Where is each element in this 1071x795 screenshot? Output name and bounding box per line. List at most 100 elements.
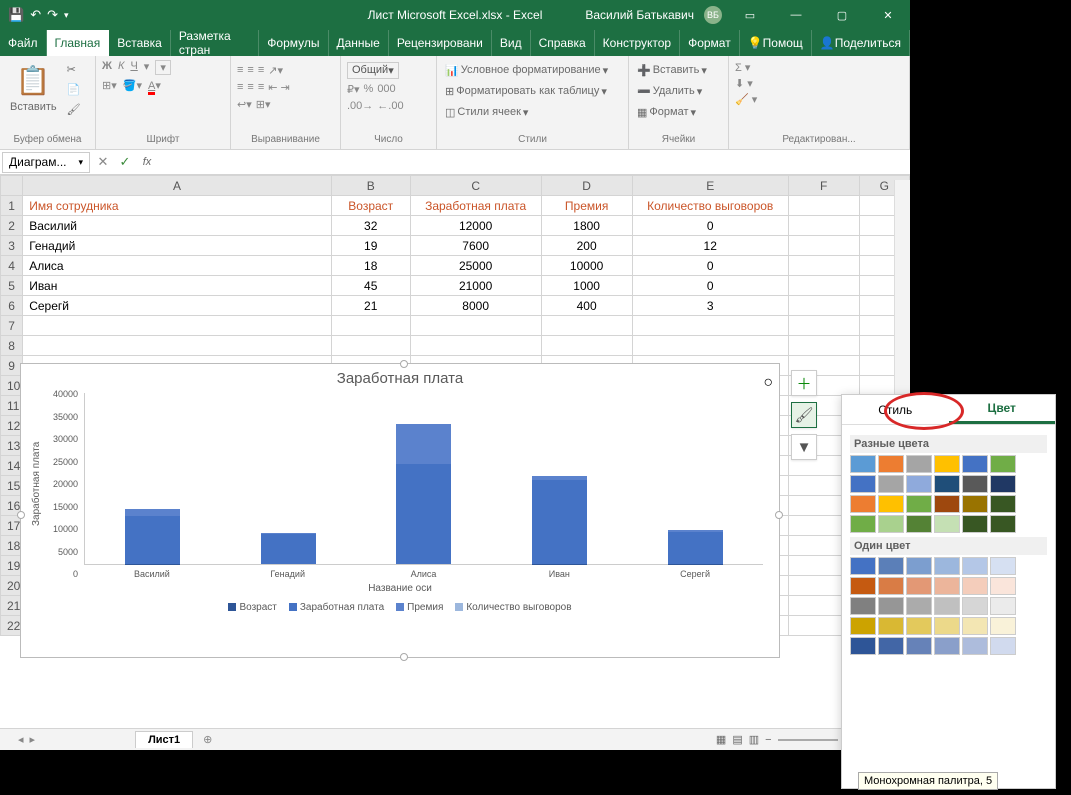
tab-home[interactable]: Главная bbox=[47, 30, 110, 56]
color-swatch[interactable] bbox=[850, 515, 876, 533]
color-swatch[interactable] bbox=[962, 515, 988, 533]
qat-dropdown-icon[interactable]: ▾ bbox=[64, 10, 69, 21]
close-button[interactable]: ✕ bbox=[870, 0, 906, 30]
color-swatch[interactable] bbox=[878, 515, 904, 533]
cells-insert-button[interactable]: ➕ Вставить ▾ bbox=[635, 61, 709, 79]
view-break-icon[interactable]: ▥ bbox=[749, 733, 759, 746]
col-header[interactable]: B bbox=[331, 176, 410, 196]
color-swatch[interactable] bbox=[962, 455, 988, 473]
align-center-icon[interactable]: ≡ bbox=[247, 81, 253, 94]
tab-formulas[interactable]: Формулы bbox=[259, 30, 328, 56]
format-painter-icon[interactable]: 🖌 bbox=[65, 100, 83, 118]
clear-icon[interactable]: 🧹 ▾ bbox=[735, 93, 757, 106]
color-swatch[interactable] bbox=[990, 495, 1016, 513]
new-sheet-button[interactable]: ⊕ bbox=[193, 733, 222, 746]
color-swatch[interactable] bbox=[990, 515, 1016, 533]
inc-decimal-icon[interactable]: .00→ bbox=[347, 100, 373, 112]
font-size-button[interactable]: ▾ bbox=[155, 60, 171, 75]
color-swatch[interactable] bbox=[878, 637, 904, 655]
wrap-text-icon[interactable]: ↩▾ bbox=[237, 98, 252, 111]
view-layout-icon[interactable]: ▤ bbox=[732, 733, 742, 746]
color-swatch[interactable] bbox=[850, 557, 876, 575]
ribbon-display-icon[interactable]: ▭ bbox=[732, 0, 768, 30]
color-swatch[interactable] bbox=[934, 637, 960, 655]
color-swatch[interactable] bbox=[878, 597, 904, 615]
color-swatch[interactable] bbox=[962, 577, 988, 595]
color-swatch[interactable] bbox=[878, 557, 904, 575]
fill-icon[interactable]: ⬇ ▾ bbox=[735, 77, 753, 90]
color-swatch[interactable] bbox=[990, 455, 1016, 473]
undo-icon[interactable]: ↶ bbox=[30, 7, 41, 23]
color-swatch[interactable] bbox=[906, 495, 932, 513]
save-icon[interactable]: 💾 bbox=[8, 7, 24, 23]
cells-format-button[interactable]: ▦ Формат ▾ bbox=[635, 103, 698, 121]
color-swatch[interactable] bbox=[878, 495, 904, 513]
align-mid-icon[interactable]: ≡ bbox=[247, 64, 253, 77]
col-header[interactable] bbox=[1, 176, 23, 196]
chart-elements-button[interactable]: ＋ bbox=[791, 370, 817, 396]
cut-icon[interactable]: ✂ bbox=[65, 60, 83, 78]
color-swatch[interactable] bbox=[878, 617, 904, 635]
color-swatch[interactable] bbox=[962, 617, 988, 635]
format-as-table-button[interactable]: ⊞ Форматировать как таблицу ▾ bbox=[443, 82, 609, 100]
sheet-nav-first[interactable]: ◂ bbox=[18, 733, 24, 746]
chart[interactable]: Заработная плата Заработная плата 050001… bbox=[20, 363, 780, 658]
tab-insert[interactable]: Вставка bbox=[109, 30, 171, 56]
fx-icon[interactable]: fx bbox=[136, 156, 158, 168]
col-header[interactable]: F bbox=[788, 176, 859, 196]
color-swatch[interactable] bbox=[990, 637, 1016, 655]
color-swatch[interactable] bbox=[850, 475, 876, 493]
number-format-select[interactable]: Общий▾ bbox=[347, 62, 399, 79]
chart-styles-button[interactable]: 🖌 bbox=[791, 402, 817, 428]
tab-design[interactable]: Конструктор bbox=[595, 30, 680, 56]
orientation-icon[interactable]: ↗▾ bbox=[268, 64, 283, 77]
color-swatch[interactable] bbox=[934, 515, 960, 533]
color-swatch[interactable] bbox=[906, 515, 932, 533]
align-top-icon[interactable]: ≡ bbox=[237, 64, 243, 77]
color-swatch[interactable] bbox=[990, 597, 1016, 615]
color-swatch[interactable] bbox=[990, 475, 1016, 493]
enter-icon[interactable]: ✓ bbox=[114, 154, 136, 170]
chart-title[interactable]: Заработная плата bbox=[21, 364, 779, 389]
tab-help[interactable]: Справка bbox=[531, 30, 595, 56]
col-header[interactable]: D bbox=[541, 176, 632, 196]
color-swatch[interactable] bbox=[934, 577, 960, 595]
color-swatch[interactable] bbox=[990, 557, 1016, 575]
color-swatch[interactable] bbox=[934, 557, 960, 575]
table-row[interactable]: 5Иван452100010000 bbox=[1, 276, 910, 296]
sheet-tab[interactable]: Лист1 bbox=[135, 731, 193, 748]
color-swatch[interactable] bbox=[850, 637, 876, 655]
color-swatch[interactable] bbox=[878, 577, 904, 595]
share-button[interactable]: 👤 Поделиться bbox=[812, 30, 910, 56]
color-swatch[interactable] bbox=[934, 495, 960, 513]
currency-icon[interactable]: ₽▾ bbox=[347, 83, 360, 96]
color-swatch[interactable] bbox=[906, 597, 932, 615]
color-swatch[interactable] bbox=[962, 475, 988, 493]
color-swatch[interactable] bbox=[850, 617, 876, 635]
tab-data[interactable]: Данные bbox=[329, 30, 389, 56]
color-swatch[interactable] bbox=[906, 577, 932, 595]
color-swatch[interactable] bbox=[850, 495, 876, 513]
color-swatch[interactable] bbox=[962, 495, 988, 513]
dec-decimal-icon[interactable]: ←.00 bbox=[377, 100, 403, 112]
indent-icon[interactable]: ⇤ ⇥ bbox=[268, 81, 290, 94]
color-swatch[interactable] bbox=[934, 597, 960, 615]
conditional-format-button[interactable]: 📊 Условное форматирование ▾ bbox=[443, 61, 610, 79]
align-bot-icon[interactable]: ≡ bbox=[258, 64, 264, 77]
view-normal-icon[interactable]: ▦ bbox=[716, 733, 726, 746]
borders-icon[interactable]: ⊞▾ bbox=[102, 79, 117, 92]
cells-delete-button[interactable]: ➖ Удалить ▾ bbox=[635, 82, 704, 100]
color-swatch[interactable] bbox=[990, 617, 1016, 635]
color-swatch[interactable] bbox=[850, 597, 876, 615]
color-swatch[interactable] bbox=[962, 637, 988, 655]
cell-styles-button[interactable]: ◫ Стили ячеек ▾ bbox=[443, 103, 530, 121]
name-box[interactable]: Диаграм...▾ bbox=[2, 152, 90, 173]
align-right-icon[interactable]: ≡ bbox=[258, 81, 264, 94]
maximize-button[interactable]: ▢ bbox=[824, 0, 860, 30]
redo-icon[interactable]: ↷ bbox=[47, 7, 58, 23]
tab-file[interactable]: Файл bbox=[0, 30, 47, 56]
fill-color-icon[interactable]: 🪣▾ bbox=[123, 79, 142, 92]
color-swatch[interactable] bbox=[962, 597, 988, 615]
panel-tab-style[interactable]: Стиль bbox=[842, 397, 949, 423]
autosum-icon[interactable]: Σ ▾ bbox=[735, 61, 750, 74]
